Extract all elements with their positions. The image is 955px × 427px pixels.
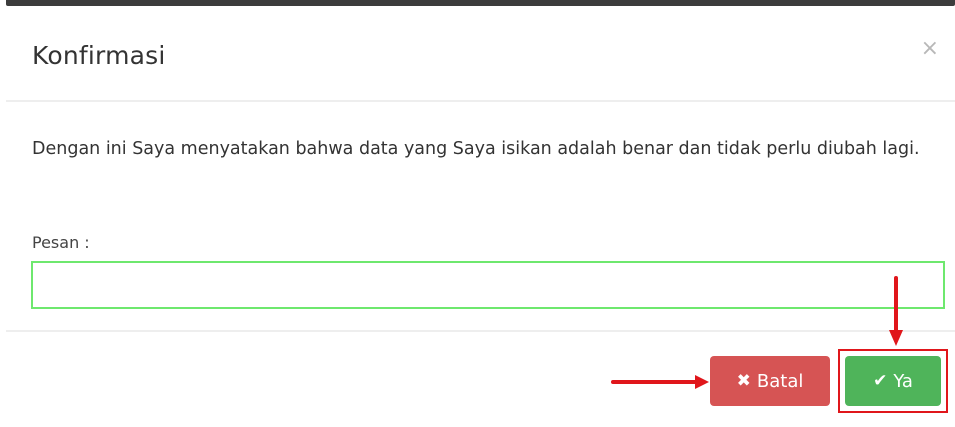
- cancel-button-label: Batal: [756, 370, 804, 392]
- dialog-footer: ✖ Batal ✔ Ya: [6, 332, 955, 427]
- confirmation-message: Dengan ini Saya menyatakan bahwa data ya…: [32, 139, 920, 159]
- confirm-button-label: Ya: [893, 370, 913, 392]
- close-icon[interactable]: ×: [921, 38, 939, 60]
- confirmation-dialog: Konfirmasi × Dengan ini Saya menyatakan …: [6, 6, 955, 427]
- annotation-arrow-cancel: [611, 375, 709, 389]
- dialog-header: Konfirmasi ×: [6, 6, 955, 102]
- dialog-body: Dengan ini Saya menyatakan bahwa data ya…: [6, 102, 955, 332]
- dialog-title: Konfirmasi: [32, 41, 166, 70]
- cancel-button[interactable]: ✖ Batal: [710, 356, 830, 406]
- message-field-label: Pesan :: [32, 233, 90, 252]
- check-icon: ✔: [873, 371, 888, 391]
- message-input[interactable]: [31, 261, 945, 309]
- times-icon: ✖: [736, 371, 751, 391]
- confirm-button[interactable]: ✔ Ya: [845, 356, 941, 406]
